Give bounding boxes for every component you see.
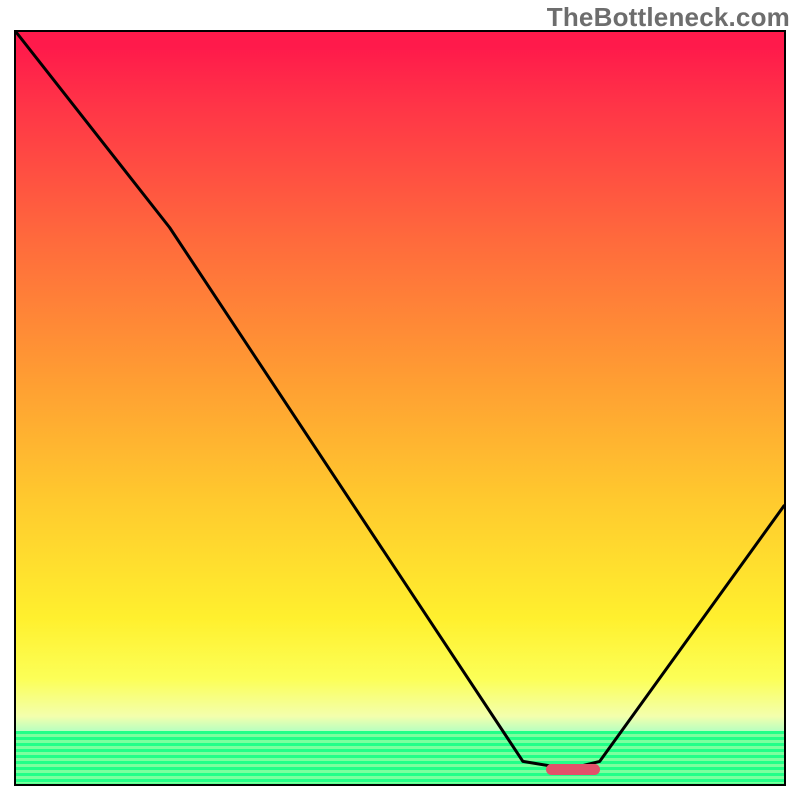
curve-path — [16, 32, 784, 769]
bottleneck-chart: TheBottleneck.com — [0, 0, 800, 800]
plot-area — [14, 30, 786, 786]
optimal-range-marker — [546, 764, 600, 775]
bottleneck-curve — [16, 32, 784, 784]
watermark-text: TheBottleneck.com — [547, 2, 790, 33]
